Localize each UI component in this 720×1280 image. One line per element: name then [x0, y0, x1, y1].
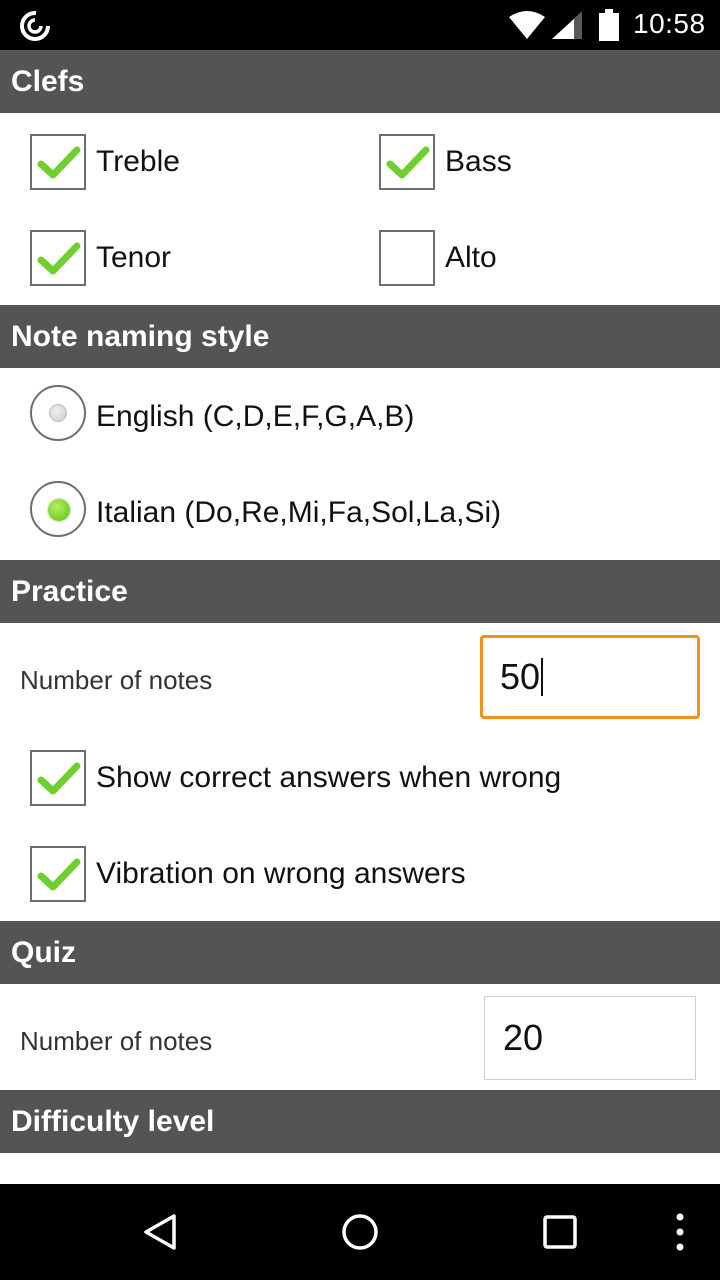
app-logo-icon — [20, 11, 50, 41]
checkbox-box[interactable] — [379, 134, 435, 190]
quiz-notes-label: Number of notes — [20, 1026, 213, 1056]
signal-icon — [552, 11, 582, 39]
checkbox-box[interactable] — [30, 134, 86, 190]
checkbox-box[interactable] — [30, 846, 86, 902]
check-icon — [386, 146, 430, 179]
checkbox-label: Tenor — [96, 241, 172, 274]
checkbox-box[interactable] — [30, 230, 86, 286]
practice-notes-input[interactable]: 50 — [480, 635, 700, 719]
section-header-difficulty: Difficulty level — [0, 1090, 720, 1153]
radio-label: Italian (Do,Re,Mi,Fa,Sol,La,Si) — [96, 496, 502, 529]
section-header-practice: Practice — [0, 560, 720, 623]
checkbox-label: Bass — [445, 145, 512, 178]
text-caret — [541, 658, 544, 696]
radio-button[interactable] — [30, 481, 86, 537]
wifi-icon — [509, 11, 545, 39]
clock: 10:58 — [633, 8, 706, 39]
radio-label: English (C,D,E,F,G,A,B) — [96, 400, 415, 433]
checkbox-label: Vibration on wrong answers — [96, 857, 466, 890]
back-icon[interactable] — [140, 1212, 180, 1252]
status-bar: 10:58 — [0, 0, 720, 50]
home-icon[interactable] — [340, 1212, 380, 1252]
navigation-bar — [0, 1184, 720, 1280]
checkbox-label: Alto — [445, 241, 497, 274]
check-icon — [37, 146, 81, 179]
quiz-notes-input[interactable]: 20 — [484, 996, 696, 1080]
checkbox-box[interactable] — [30, 750, 86, 806]
check-icon — [37, 858, 81, 891]
recents-icon[interactable] — [542, 1214, 578, 1250]
check-icon — [37, 242, 81, 275]
radio-button[interactable] — [30, 385, 86, 441]
radio-dot — [48, 499, 70, 521]
radio-dot — [49, 404, 67, 422]
checkbox-label: Show correct answers when wrong — [96, 761, 562, 794]
battery-icon — [599, 9, 619, 41]
checkbox-label: Treble — [96, 145, 180, 178]
section-header-quiz: Quiz — [0, 921, 720, 984]
practice-notes-label: Number of notes — [20, 665, 213, 695]
quiz-notes-value: 20 — [503, 1017, 544, 1058]
checkbox-box[interactable] — [379, 230, 435, 286]
section-header-naming: Note naming style — [0, 305, 720, 368]
overflow-menu-icon[interactable] — [670, 1212, 690, 1252]
check-icon — [37, 762, 81, 795]
practice-notes-value: 50 — [500, 656, 541, 697]
section-header-clefs: Clefs — [0, 50, 720, 113]
